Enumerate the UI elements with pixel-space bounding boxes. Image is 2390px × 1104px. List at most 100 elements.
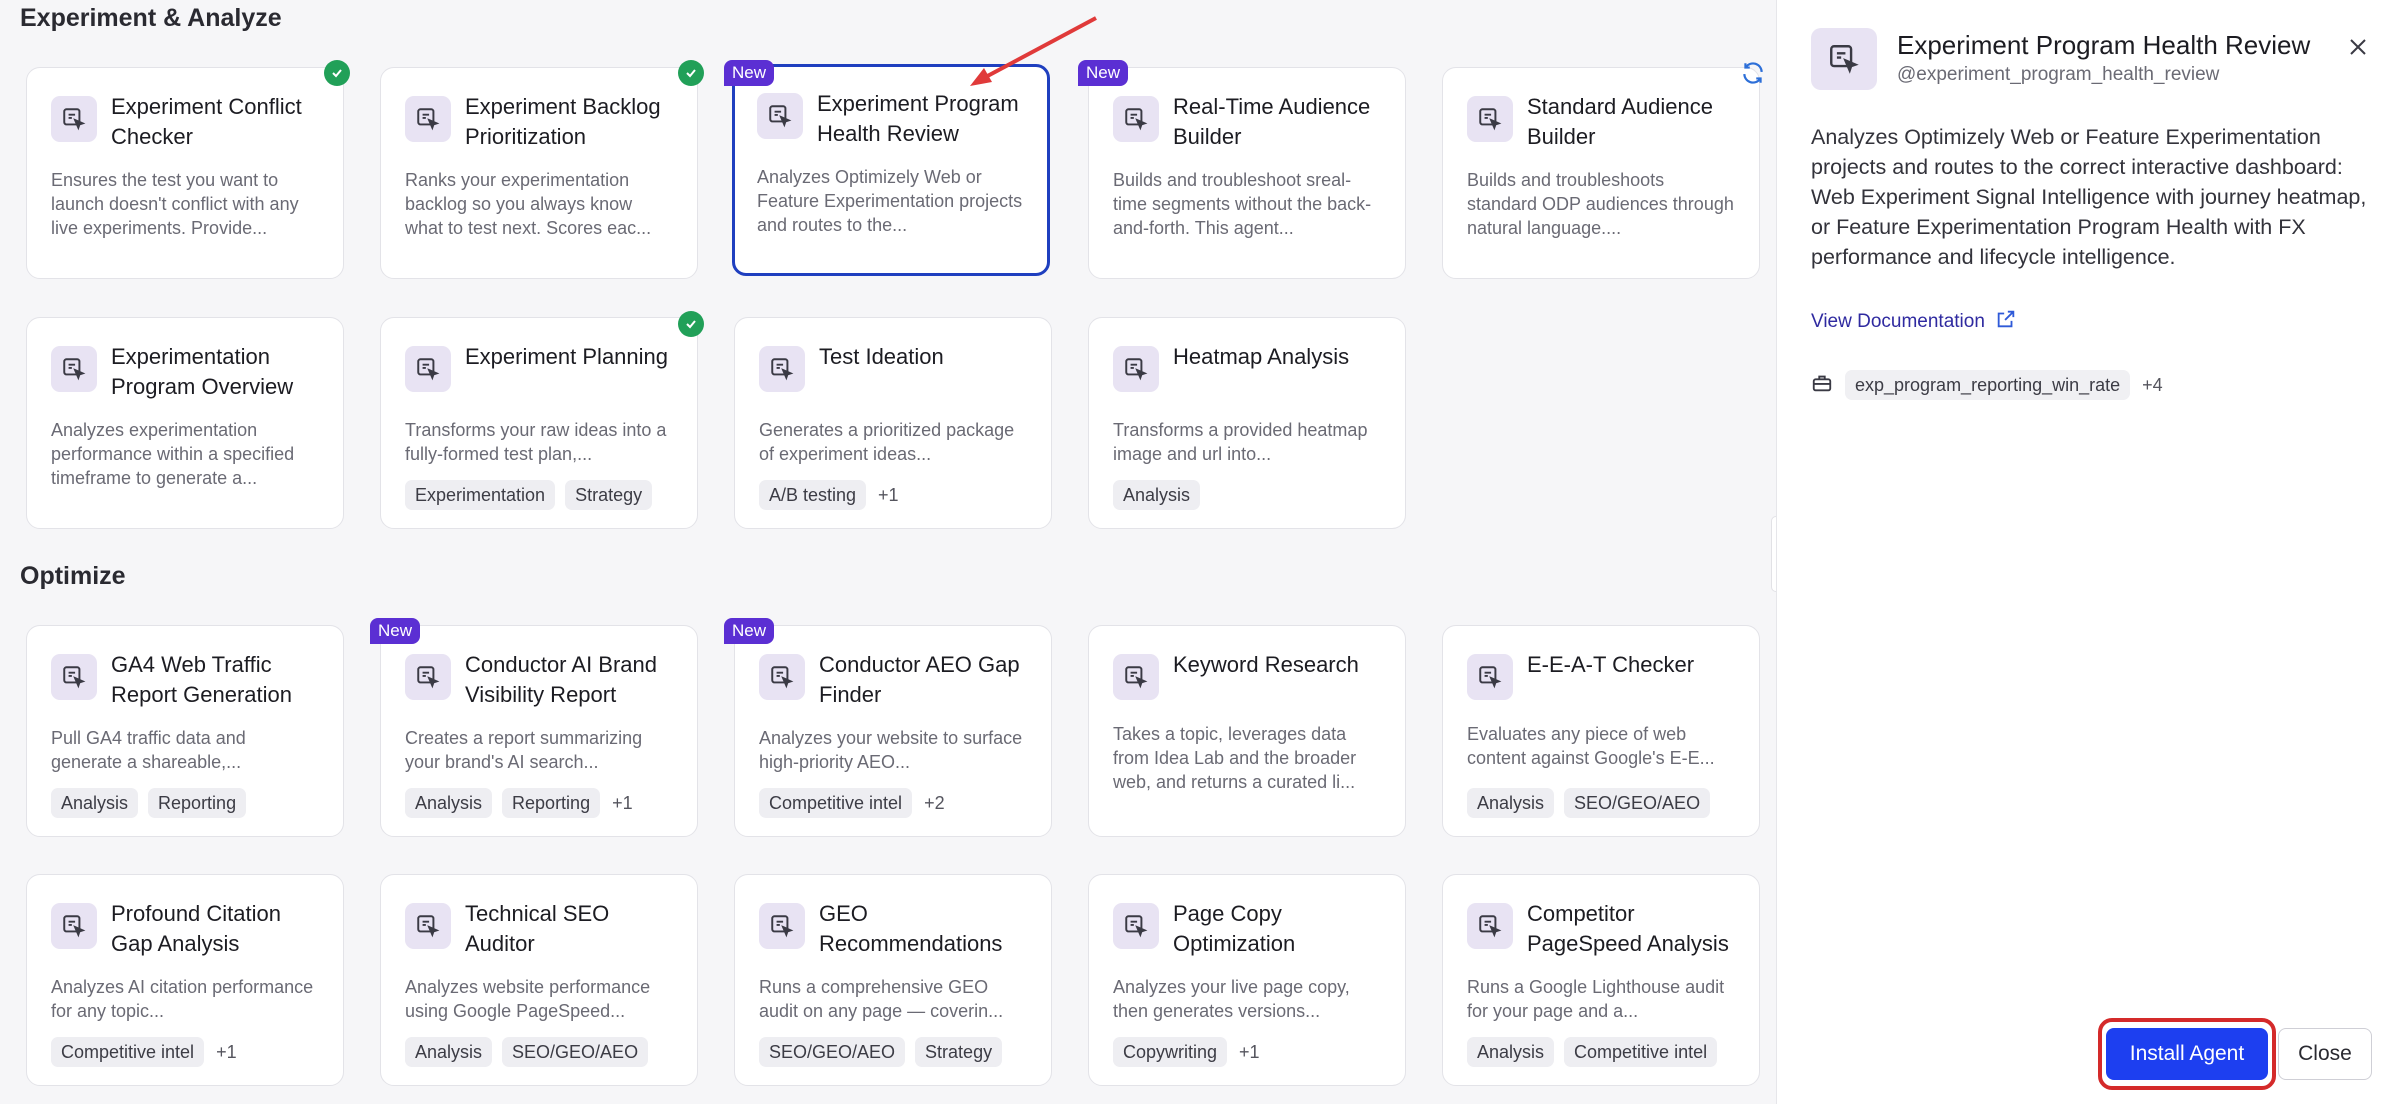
card-tags: Analysis xyxy=(1113,480,1201,510)
agent-icon xyxy=(405,346,451,392)
agent-icon xyxy=(1113,654,1159,700)
agent-card-geo-recommendations[interactable]: GEO Recommendations Runs a comprehensive… xyxy=(734,874,1052,1086)
card-description: Builds and troubleshoots standard ODP au… xyxy=(1467,170,1734,238)
tag: Experimentation xyxy=(405,480,556,510)
card-tags: Competitive intel +2 xyxy=(759,788,945,818)
tag: Analysis xyxy=(1467,1037,1555,1067)
external-link-icon xyxy=(1995,308,2017,336)
tag: Competitive intel xyxy=(1564,1037,1718,1067)
card-description: Analyzes your website to surface high-pr… xyxy=(759,728,1023,772)
agent-icon xyxy=(1467,654,1513,700)
refresh-icon[interactable] xyxy=(1740,60,1766,91)
tag: Analysis xyxy=(405,788,493,818)
section-title-optimize: Optimize xyxy=(20,562,126,590)
card-title: Conductor AI Brand Visibility Report xyxy=(465,652,658,707)
agent-card-conductor-ai-brand-visibility-report[interactable]: Conductor AI Brand Visibility Report Cre… xyxy=(380,625,698,837)
card-description: Analyzes Optimizely Web or Feature Exper… xyxy=(757,167,1023,235)
agent-icon xyxy=(1467,96,1513,142)
tag: Analysis xyxy=(1467,788,1555,818)
section-title-experiment: Experiment & Analyze xyxy=(20,4,282,32)
card-description: Transforms a provided heatmap image and … xyxy=(1113,420,1368,464)
more-tags-count: +1 xyxy=(612,792,633,813)
agent-card-conductor-aeo-gap-finder[interactable]: Conductor AEO Gap Finder Analyzes your w… xyxy=(734,625,1052,837)
more-tags-count: +1 xyxy=(216,1041,237,1062)
close-button[interactable]: Close xyxy=(2278,1028,2372,1080)
agent-icon xyxy=(405,96,451,142)
tag: Reporting xyxy=(148,788,247,818)
agent-icon xyxy=(759,654,805,700)
agent-card-standard-audience-builder[interactable]: Standard Audience Builder Builds and tro… xyxy=(1442,67,1760,279)
card-description: Ranks your experimentation backlog so yo… xyxy=(405,170,652,238)
agent-card-keyword-research[interactable]: Keyword Research Takes a topic, leverage… xyxy=(1088,625,1406,837)
card-tags: Copywriting +1 xyxy=(1113,1037,1260,1067)
agent-card-profound-citation-gap-analysis[interactable]: Profound Citation Gap Analysis Analyzes … xyxy=(26,874,344,1086)
agent-icon xyxy=(1811,28,1877,90)
agent-icon xyxy=(405,903,451,949)
installed-check-icon xyxy=(678,60,704,86)
tag: Analysis xyxy=(1113,480,1201,510)
card-title: Experiment Backlog Prioritization xyxy=(465,94,661,149)
agent-card-test-ideation[interactable]: Test Ideation Generates a prioritized pa… xyxy=(734,317,1052,529)
card-description: Evaluates any piece of web content again… xyxy=(1467,724,1715,768)
install-agent-button[interactable]: Install Agent xyxy=(2106,1028,2268,1080)
tool-chip: exp_program_reporting_win_rate xyxy=(1845,370,2131,400)
agent-card-page-copy-optimization[interactable]: Page Copy Optimization Analyzes your liv… xyxy=(1088,874,1406,1086)
card-tags: Analysis SEO/GEO/AEO xyxy=(405,1037,649,1067)
card-description: Runs a comprehensive GEO audit on any pa… xyxy=(759,977,1004,1021)
card-tags: Analysis SEO/GEO/AEO xyxy=(1467,788,1711,818)
card-description: Analyzes experimentation performance wit… xyxy=(51,420,295,488)
card-title: Competitor PageSpeed Analysis xyxy=(1527,901,1729,956)
agent-detail-panel: Experiment Program Health Review @experi… xyxy=(1776,0,2390,1104)
tag: Competitive intel xyxy=(759,788,913,818)
agent-card-technical-seo-auditor[interactable]: Technical SEO Auditor Analyzes website p… xyxy=(380,874,698,1086)
close-icon[interactable] xyxy=(2343,32,2373,62)
annotation-arrow-icon xyxy=(970,16,1097,86)
tag: Competitive intel xyxy=(51,1037,205,1067)
card-title: Experiment Conflict Checker xyxy=(111,94,302,149)
view-documentation-link[interactable]: View Documentation xyxy=(1811,308,2017,336)
card-title: E-E-A-T Checker xyxy=(1527,652,1695,677)
agent-card-experimentation-program-overview[interactable]: Experimentation Program Overview Analyze… xyxy=(26,317,344,529)
card-description: Analyzes your live page copy, then gener… xyxy=(1113,977,1350,1021)
agent-icon xyxy=(51,346,97,392)
card-description: Analyzes AI citation performance for any… xyxy=(51,977,314,1021)
card-description: Analyzes website performance using Googl… xyxy=(405,977,651,1021)
doc-link-label: View Documentation xyxy=(1811,311,1985,332)
card-description: Runs a Google Lighthouse audit for your … xyxy=(1467,977,1725,1021)
agent-card-experiment-program-health-review[interactable]: Experiment Program Health Review Analyze… xyxy=(732,64,1050,276)
card-title: Test Ideation xyxy=(819,344,944,369)
agent-card-ga4-web-traffic-report[interactable]: GA4 Web Traffic Report Generation Pull G… xyxy=(26,625,344,837)
agent-icon xyxy=(759,903,805,949)
card-title: Technical SEO Auditor xyxy=(465,901,610,956)
card-tags: Competitive intel +1 xyxy=(51,1037,237,1067)
agent-icon xyxy=(1113,346,1159,392)
agent-card-experiment-planning[interactable]: Experiment Planning Transforms your raw … xyxy=(380,317,698,529)
agent-card-experiment-conflict-checker[interactable]: Experiment Conflict Checker Ensures the … xyxy=(26,67,344,279)
card-description: Pull GA4 traffic data and generate a sha… xyxy=(51,728,246,772)
tag: Copywriting xyxy=(1113,1037,1228,1067)
agent-icon xyxy=(51,96,97,142)
agent-icon xyxy=(1113,903,1159,949)
agent-card-real-time-audience-builder[interactable]: Real-Time Audience Builder Builds and tr… xyxy=(1088,67,1406,279)
agent-card-e-e-a-t-checker[interactable]: E-E-A-T Checker Evaluates any piece of w… xyxy=(1442,625,1760,837)
agent-card-heatmap-analysis[interactable]: Heatmap Analysis Transforms a provided h… xyxy=(1088,317,1406,529)
card-tags: Experimentation Strategy xyxy=(405,480,653,510)
card-description: Builds and troubleshoot sreal-time segme… xyxy=(1113,170,1372,238)
card-description: Takes a topic, leverages data from Idea … xyxy=(1113,724,1357,792)
agent-card-experiment-backlog-prioritization[interactable]: Experiment Backlog Prioritization Ranks … xyxy=(380,67,698,279)
agent-card-competitor-pagespeed-analysis[interactable]: Competitor PageSpeed Analysis Runs a Goo… xyxy=(1442,874,1760,1086)
tag: Reporting xyxy=(502,788,601,818)
agent-icon xyxy=(759,346,805,392)
card-title: GA4 Web Traffic Report Generation xyxy=(111,652,292,707)
tag: Analysis xyxy=(51,788,139,818)
agent-icon xyxy=(1113,96,1159,142)
more-tags-count: +1 xyxy=(1239,1041,1260,1062)
agent-icon xyxy=(1467,903,1513,949)
agent-icon xyxy=(405,654,451,700)
new-badge: New xyxy=(724,60,775,86)
more-tools-count: +4 xyxy=(2142,374,2163,395)
tag: Strategy xyxy=(565,480,653,510)
new-badge: New xyxy=(724,618,775,644)
card-tags: A/B testing +1 xyxy=(759,480,899,510)
tag: SEO/GEO/AEO xyxy=(502,1037,649,1067)
